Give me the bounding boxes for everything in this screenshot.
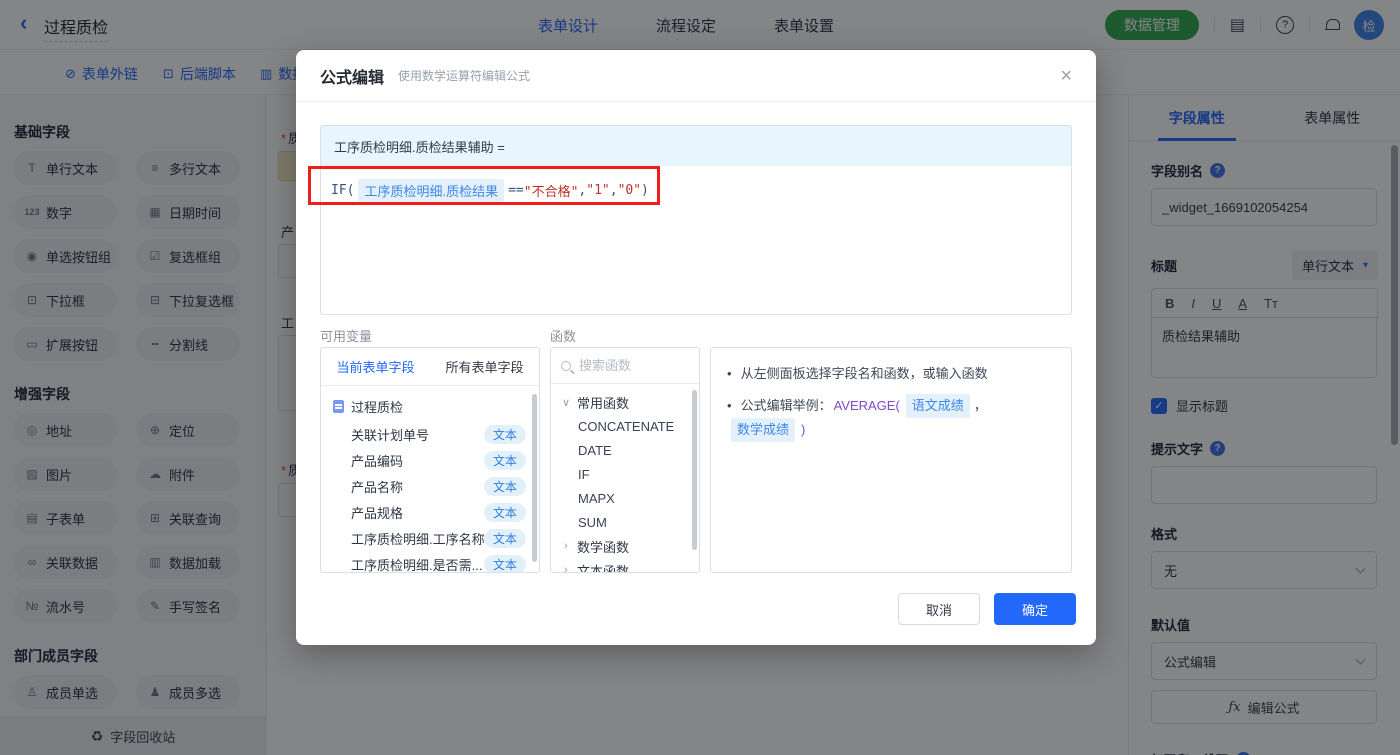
- variables-tab-2[interactable]: 所有表单字段: [430, 348, 539, 385]
- chevron-right-icon: ›: [564, 564, 568, 573]
- function-search-input[interactable]: [579, 358, 679, 373]
- formula-target: 工序质检明细.质检结果辅助 =: [321, 126, 1071, 166]
- variable-name: 产品编码: [351, 453, 404, 469]
- functions-tree: ∨ 常用函数 CONCATENATE DATE IF MAPX SUM › 数学函数 › 文本函数: [551, 384, 699, 573]
- help-example-text: ，: [973, 398, 987, 413]
- help-tip-2: • 公式编辑举例： AVERAGE( 语文成绩， 数学成绩): [727, 394, 1055, 442]
- tree-root-form[interactable]: 过程质检: [321, 392, 539, 421]
- variable-name: 工序质检明细.是否需...: [351, 557, 483, 573]
- function-item[interactable]: SUM: [551, 510, 699, 534]
- function-group[interactable]: › 数学函数: [551, 534, 699, 558]
- type-badge: 文本: [483, 450, 526, 470]
- modal-header: 公式编辑 使用数学运算符编辑公式 ×: [296, 50, 1096, 102]
- chevron-down-icon: ∨: [561, 396, 571, 409]
- formula-help-panel: • 从左侧面板选择字段名和函数，或输入函数 • 公式编辑举例： AVERAGE( 语…: [710, 347, 1072, 573]
- help-example-text: ): [801, 422, 806, 437]
- modal-title: 公式编辑: [320, 69, 385, 87]
- formula-str: "1": [586, 183, 610, 198]
- formula-str: "不合格": [523, 185, 579, 200]
- help-example-text: AVERAGE(: [833, 398, 900, 413]
- function-group-label: 文本函数: [577, 563, 630, 573]
- formula-expression[interactable]: IF(工序质检明细.质检结果 == "不合格", "1", "0"): [321, 166, 1071, 215]
- tree-root-label: 过程质检: [351, 400, 404, 415]
- formula-op: ,: [578, 183, 587, 198]
- variables-tab-1[interactable]: 当前表单字段: [321, 348, 430, 385]
- function-item[interactable]: DATE: [551, 438, 699, 462]
- variable-name: 关联计划单号: [351, 427, 430, 443]
- type-badge: 文本: [483, 554, 526, 572]
- function-item[interactable]: CONCATENATE: [551, 414, 699, 438]
- function-item[interactable]: MAPX: [551, 486, 699, 510]
- variables-tree: 过程质检 关联计划单号 文本 产品编码 文本 产品名称 文本 产品规格 文本 工序质检明细.工序…: [321, 386, 539, 573]
- function-group-label: 常用函数: [577, 395, 630, 411]
- type-badge: 文本: [483, 424, 526, 444]
- functions-label: 函数: [550, 329, 577, 344]
- form-doc-icon: [333, 400, 344, 413]
- cancel-button[interactable]: 取消: [898, 593, 980, 625]
- formula-op: ==: [508, 183, 524, 198]
- variable-name: 产品名称: [351, 479, 404, 495]
- search-icon: [561, 360, 571, 371]
- chevron-right-icon: ›: [564, 540, 568, 552]
- help-example-text: 公式编辑举例：: [740, 398, 832, 413]
- variable-item[interactable]: 工序质检明细.是否需... 文本: [321, 551, 539, 573]
- bullet: •: [727, 366, 732, 381]
- bullet: •: [727, 398, 732, 413]
- variable-item[interactable]: 产品规格 文本: [321, 499, 539, 525]
- formula-field-token[interactable]: 工序质检明细.质检结果: [358, 179, 505, 202]
- function-group[interactable]: › 文本函数: [551, 558, 699, 573]
- formula-str: "0": [617, 183, 642, 198]
- variables-tabs: 当前表单字段 所有表单字段: [321, 348, 539, 386]
- type-badge: 文本: [483, 502, 526, 522]
- variable-name: 产品规格: [351, 505, 404, 521]
- variable-item[interactable]: 产品编码 文本: [321, 447, 539, 473]
- formula-op: ,: [609, 183, 618, 198]
- close-icon[interactable]: ×: [1060, 66, 1072, 86]
- variables-label: 可用变量: [320, 329, 373, 344]
- example-field-token[interactable]: 数学成绩: [731, 418, 796, 442]
- variables-scrollbar[interactable]: [532, 394, 537, 562]
- variable-item[interactable]: 产品名称 文本: [321, 473, 539, 499]
- function-item[interactable]: IF: [551, 462, 699, 486]
- modal-subtitle: 使用数学运算符编辑公式: [398, 69, 531, 83]
- example-field-token[interactable]: 语文成绩: [905, 394, 970, 418]
- formula-op: ): [641, 183, 649, 198]
- type-badge: 文本: [483, 476, 526, 496]
- functions-panel: ∨ 常用函数 CONCATENATEDATEIFMAPXSUM › 数学函数 › 文本函数: [550, 347, 700, 573]
- variable-item[interactable]: 关联计划单号 文本: [321, 421, 539, 447]
- help-tip-1-text: 从左侧面板选择字段名和函数，或输入函数: [740, 366, 988, 381]
- variables-panel: 当前表单字段 所有表单字段 过程质检 关联计划单号 文本 产品编码 文本 产品名称 文本 产品…: [320, 347, 540, 573]
- help-tip-1: • 从左侧面板选择字段名和函数，或输入函数: [727, 364, 1055, 384]
- functions-scrollbar[interactable]: [692, 390, 697, 550]
- variable-item[interactable]: 工序质检明细.工序名称 文本: [321, 525, 539, 551]
- function-group-label: 数学函数: [577, 539, 630, 555]
- type-badge: 文本: [483, 528, 526, 548]
- confirm-button[interactable]: 确定: [994, 593, 1076, 625]
- variable-name: 工序质检明细.工序名称: [351, 531, 484, 547]
- formula-editor[interactable]: 工序质检明细.质检结果辅助 = IF(工序质检明细.质检结果 == "不合格", "1…: [320, 125, 1072, 315]
- function-group[interactable]: ∨ 常用函数: [551, 390, 699, 414]
- function-search: [551, 348, 699, 384]
- formula-fn: IF(: [331, 183, 355, 198]
- formula-editor-modal: 公式编辑 使用数学运算符编辑公式 × 工序质检明细.质检结果辅助 = IF(工序…: [296, 50, 1096, 645]
